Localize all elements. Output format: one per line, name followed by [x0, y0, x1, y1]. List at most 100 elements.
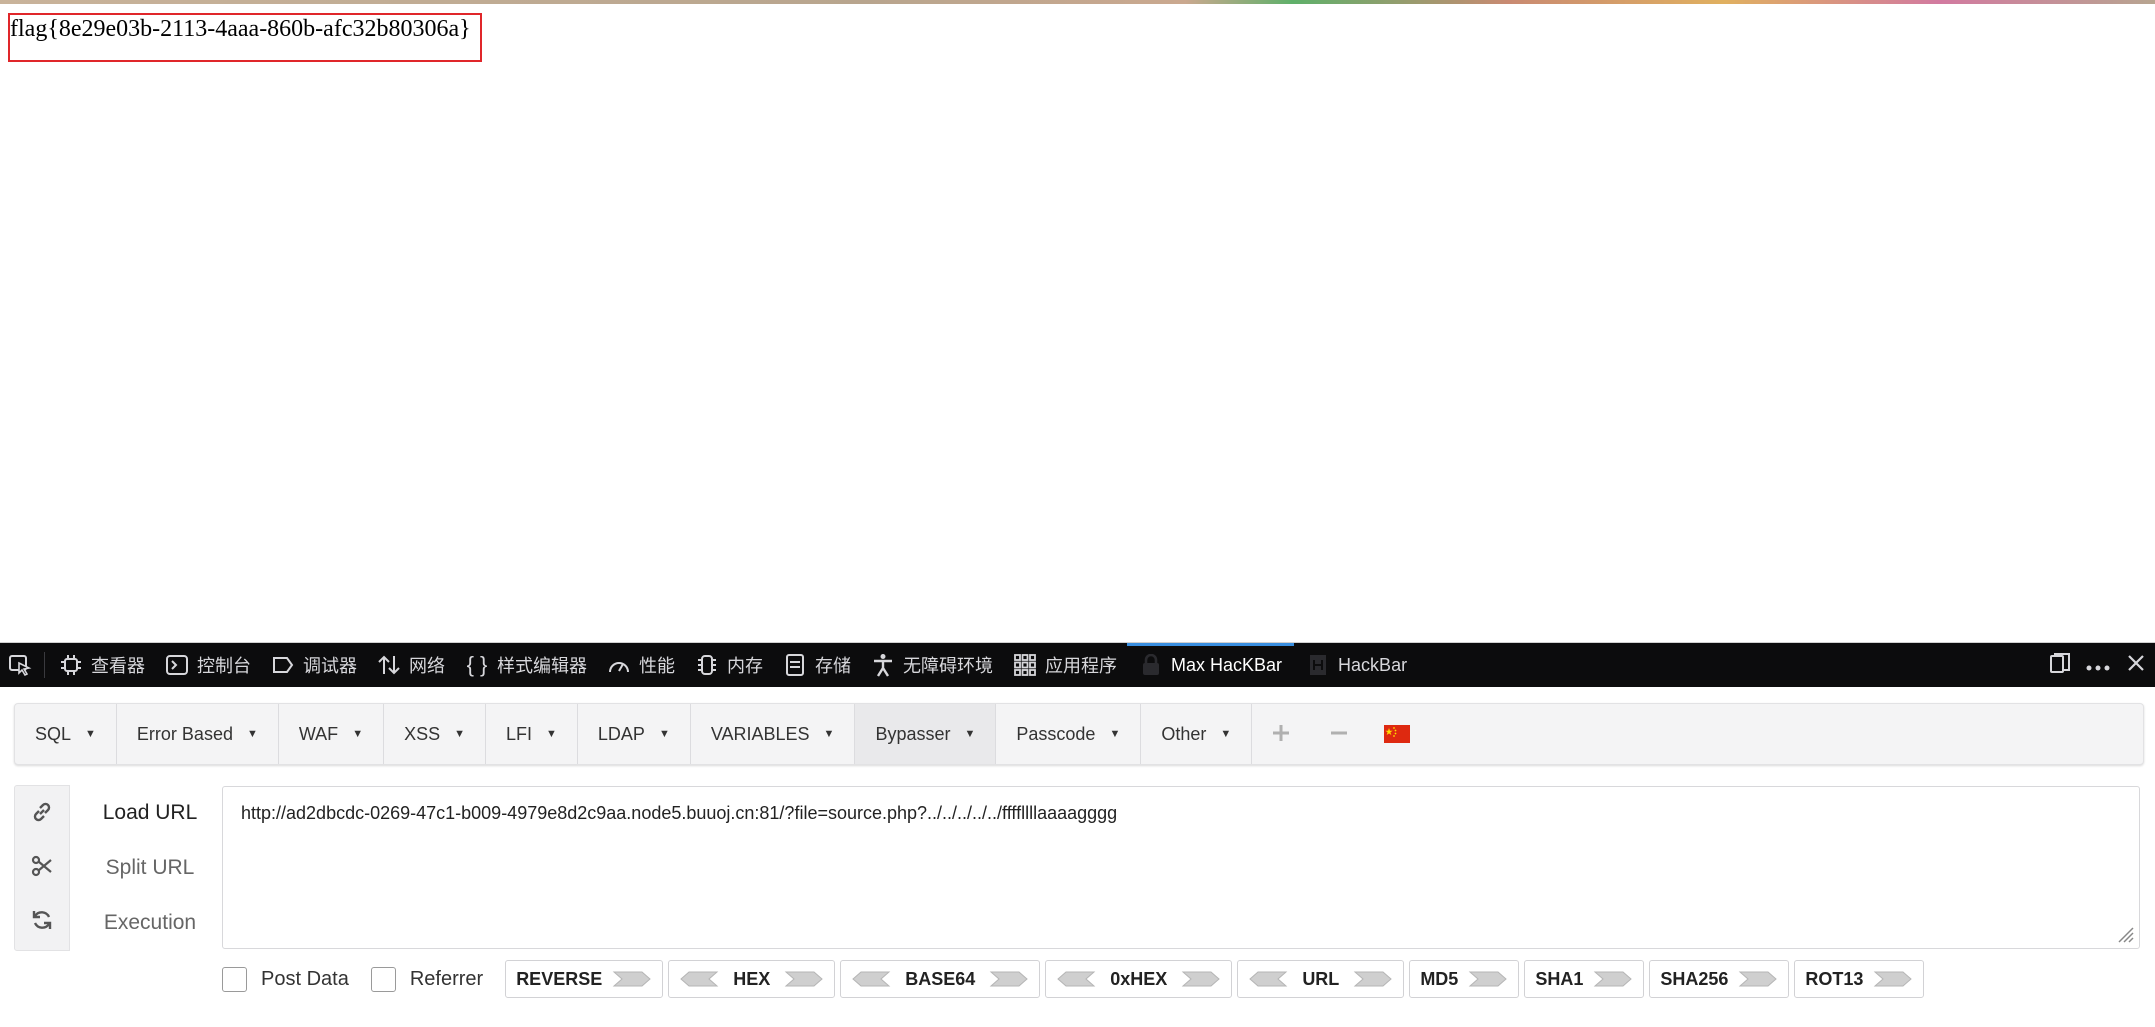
url-value: http://ad2dbcdc-0269-47c1-b009-4979e8d2c… [241, 803, 1118, 823]
tab-label: 内存 [727, 656, 763, 676]
tab-label: 应用程序 [1045, 656, 1117, 676]
arrow-right-icon [989, 971, 1029, 987]
url-encode-button[interactable]: URL [1237, 960, 1405, 998]
hex-button[interactable]: HEX [668, 960, 836, 998]
accessibility-icon [871, 653, 895, 677]
menu-passcode[interactable]: Passcode ▼ [996, 704, 1142, 764]
tab-application[interactable]: 应用程序 [1003, 643, 1127, 687]
lock-icon [1139, 653, 1163, 677]
increase-button[interactable] [1252, 704, 1310, 764]
encoder-label: REVERSE [516, 968, 603, 989]
tab-style-editor[interactable]: { } 样式编辑器 [455, 643, 597, 687]
tab-performance[interactable]: 性能 [597, 643, 685, 687]
tab-debugger[interactable]: 调试器 [261, 643, 367, 687]
language-button[interactable] [1368, 704, 1426, 764]
encoder-label: SHA1 [1535, 968, 1584, 989]
tab-hackbar[interactable]: HackBar [1294, 643, 1419, 687]
arrow-right-icon [612, 971, 651, 987]
menu-label: LDAP [597, 723, 645, 744]
hackbar-menu: SQL ▼ Error Based ▼ WAF ▼ XSS ▼ LFI ▼ LDAP ▼ V… [14, 703, 2144, 765]
menu-label: Other [1161, 723, 1207, 744]
sha256-button[interactable]: SHA256 [1649, 960, 1790, 998]
ellipsis-icon [2086, 655, 2110, 676]
caret-down-icon: ▼ [246, 728, 258, 740]
tab-accessibility[interactable]: 无障碍环境 [861, 643, 1003, 687]
arrow-left-icon [852, 971, 891, 987]
caret-down-icon: ▼ [85, 728, 96, 740]
checkbox-box[interactable] [370, 966, 396, 992]
more-options-button[interactable] [2079, 643, 2117, 687]
arrow-right-icon [1594, 971, 1633, 987]
braces-icon: { } [466, 652, 488, 677]
execution-button[interactable]: Execution [70, 911, 230, 935]
decrease-button[interactable] [1310, 704, 1368, 764]
caret-down-icon: ▼ [1109, 728, 1121, 740]
menu-sql[interactable]: SQL ▼ [15, 704, 117, 764]
menu-bypasser[interactable]: Bypasser ▼ [855, 704, 997, 764]
storage-icon [783, 653, 807, 677]
encoder-label: BASE64 [905, 968, 976, 989]
action-icon-column [14, 785, 70, 951]
tab-label: 样式编辑器 [497, 656, 587, 676]
plus-icon [1271, 718, 1291, 750]
menu-xss[interactable]: XSS ▼ [384, 704, 486, 764]
load-url-button[interactable]: Load URL [70, 801, 230, 825]
element-picker-button[interactable] [0, 643, 40, 687]
tab-label: Max HacKBar [1171, 654, 1283, 675]
close-devtools-button[interactable] [2117, 643, 2155, 687]
resize-grip-icon[interactable] [2115, 924, 2135, 944]
menu-label: XSS [404, 723, 441, 744]
menu-error-based[interactable]: Error Based ▼ [117, 704, 279, 764]
encoder-label: HEX [733, 968, 771, 989]
devtools-panel: 查看器 控制台 调试器 网络 { } 样式编辑器 性能 内存 存储 无障碍环境 … [0, 642, 2155, 1027]
0xhex-button[interactable]: 0xHEX [1045, 960, 1233, 998]
checkbox-box[interactable] [222, 966, 247, 992]
devtools-toolbar: 查看器 控制台 调试器 网络 { } 样式编辑器 性能 内存 存储 无障碍环境 … [0, 643, 2155, 687]
menu-label: WAF [298, 723, 339, 744]
scissors-icon [30, 854, 54, 878]
tab-label: 网络 [409, 656, 445, 676]
menu-waf[interactable]: WAF ▼ [279, 704, 385, 764]
arrow-right-icon [1468, 971, 1508, 987]
md5-button[interactable]: MD5 [1409, 960, 1520, 998]
post-data-checkbox[interactable]: Post Data [222, 966, 349, 992]
refresh-icon [30, 908, 54, 932]
url-textarea[interactable]: http://ad2dbcdc-0269-47c1-b009-4979e8d2c… [222, 786, 2140, 949]
menu-variables[interactable]: VARIABLES ▼ [691, 704, 856, 764]
arrow-right-icon [784, 971, 823, 987]
close-icon [2127, 654, 2145, 677]
referrer-checkbox[interactable]: Referrer [370, 966, 483, 992]
menu-lfi[interactable]: LFI ▼ [486, 704, 578, 764]
arrow-left-icon [1249, 971, 1288, 987]
menu-other[interactable]: Other ▼ [1141, 704, 1253, 764]
encoder-label: MD5 [1420, 968, 1459, 989]
grid-icon [1013, 653, 1037, 677]
toolbar-separator [44, 652, 45, 678]
tab-console[interactable]: 控制台 [155, 643, 261, 687]
network-icon [377, 653, 401, 677]
options-row: Post Data Referrer REVERSE HEX BASE64 0x… [222, 959, 1929, 999]
tab-max-hackbar[interactable]: Max HacKBar [1127, 643, 1295, 687]
sha1-button[interactable]: SHA1 [1524, 960, 1645, 998]
console-icon [165, 653, 189, 677]
base64-button[interactable]: BASE64 [840, 960, 1041, 998]
picker-icon [8, 653, 32, 677]
caret-down-icon: ▼ [658, 728, 670, 740]
encoder-label: 0xHEX [1110, 968, 1168, 989]
split-url-button[interactable]: Split URL [70, 856, 230, 880]
caret-down-icon: ▼ [823, 728, 835, 740]
arrow-left-icon [1057, 971, 1096, 987]
reverse-button[interactable]: REVERSE [505, 960, 664, 998]
caret-down-icon: ▼ [1220, 728, 1232, 740]
link-icon [30, 800, 54, 824]
tab-network[interactable]: 网络 [367, 643, 455, 687]
tab-inspector[interactable]: 查看器 [49, 643, 155, 687]
menu-ldap[interactable]: LDAP ▼ [578, 704, 691, 764]
dock-side-button[interactable] [2041, 643, 2079, 687]
tab-label: 控制台 [197, 656, 251, 676]
menu-label: Error Based [136, 723, 233, 744]
menu-label: SQL [35, 723, 72, 744]
tab-storage[interactable]: 存储 [773, 643, 861, 687]
rot13-button[interactable]: ROT13 [1794, 960, 1925, 998]
tab-memory[interactable]: 内存 [685, 643, 773, 687]
